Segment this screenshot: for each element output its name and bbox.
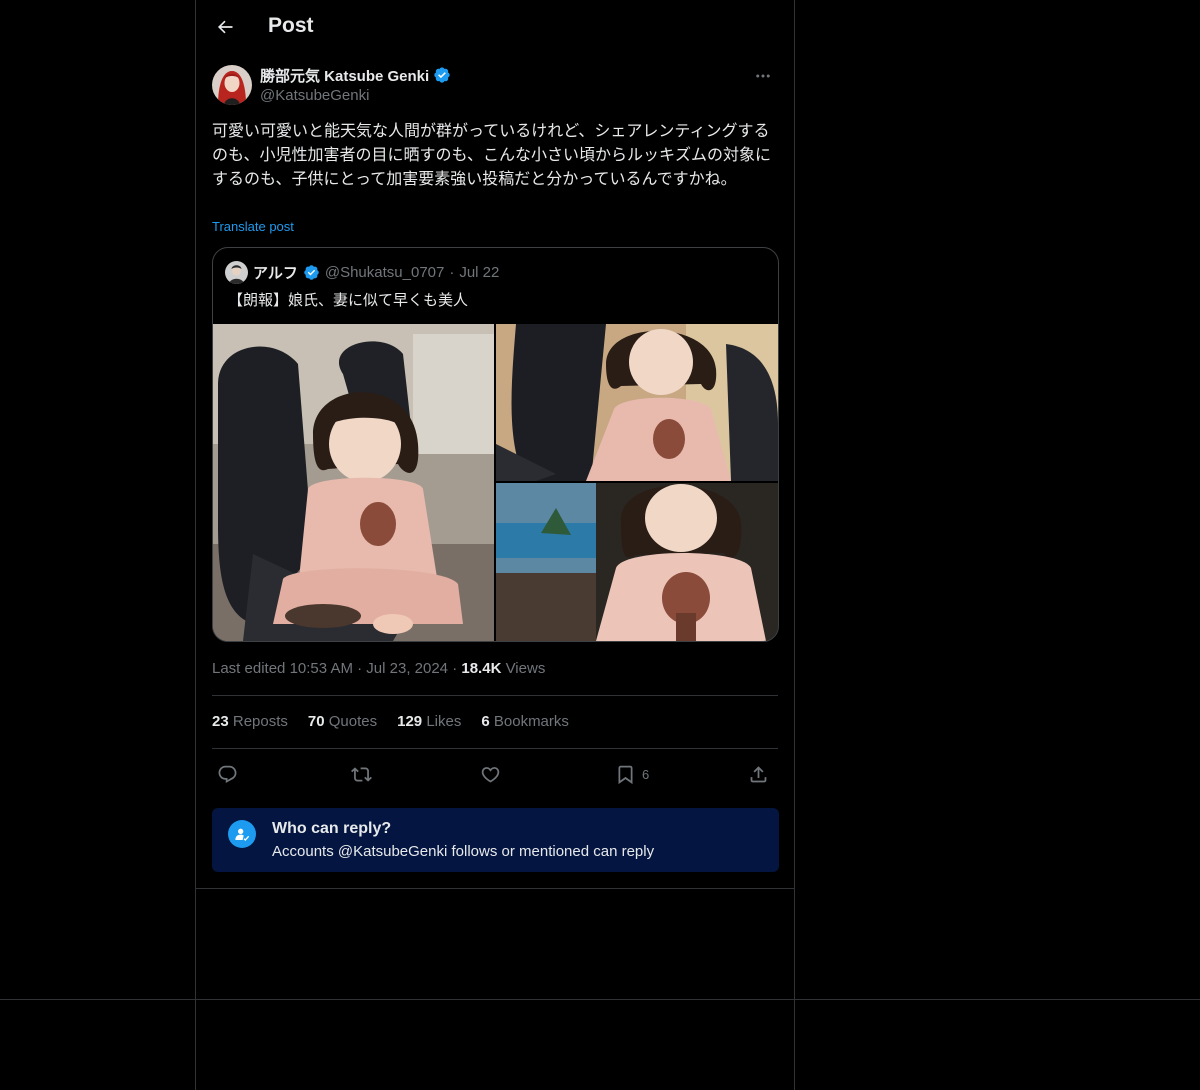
edited-label[interactable]: Last edited <box>212 660 285 677</box>
share-button[interactable] <box>748 762 769 786</box>
who-can-reply-title: Who can reply? <box>272 820 392 837</box>
post-author: 勝部元気 Katsube Genki @KatsubeGenki <box>212 65 778 107</box>
layout-divider <box>0 999 1200 1000</box>
mention-user-icon <box>228 820 256 848</box>
post-header: Post <box>196 0 794 53</box>
engagement-stats: 23 Reposts 70 Quotes 129 Likes 6 Bookmar… <box>212 713 569 730</box>
reply-icon <box>218 765 237 783</box>
post-date[interactable]: Jul 23, 2024 <box>366 660 448 677</box>
verified-badge-icon <box>434 67 450 83</box>
reposts-count: 23 <box>212 713 229 730</box>
reply-button[interactable] <box>217 762 238 786</box>
translate-post-link[interactable]: Translate post <box>212 219 294 234</box>
bookmark-button[interactable]: 6 <box>615 762 649 786</box>
quotes-stat[interactable]: 70 Quotes <box>308 713 377 730</box>
post-column: Post 勝部元気 Katsube Genki @KatsubeGenki 可愛… <box>195 0 795 889</box>
meta-separator: · <box>452 660 458 677</box>
bookmark-count: 6 <box>642 766 650 782</box>
quoted-post[interactable]: アルフ @Shukatsu_0707 · Jul 22 【朗報】娘氏、妻に似て早… <box>212 247 779 642</box>
bookmarks-stat[interactable]: 6 Bookmarks <box>481 713 569 730</box>
reply-suffix: follows or mentioned can reply <box>451 843 655 860</box>
author-handle[interactable]: @KatsubeGenki <box>260 87 369 104</box>
quoted-post-text: 【朗報】娘氏、妻に似て早くも美人 <box>228 292 469 309</box>
quoted-author-handle: @Shukatsu_0707 <box>324 263 445 281</box>
post-actions: 6 <box>212 760 778 788</box>
quoted-author-avatar <box>225 260 248 284</box>
repost-icon <box>351 766 372 782</box>
reposts-label: Reposts <box>232 713 288 730</box>
reply-prefix: Accounts <box>272 843 334 860</box>
author-avatar[interactable] <box>212 65 252 105</box>
media-photo[interactable] <box>213 324 494 641</box>
quoted-author-name: アルフ <box>253 264 298 282</box>
share-icon <box>750 765 767 782</box>
more-icon <box>756 74 770 78</box>
more-options-button[interactable] <box>748 65 778 87</box>
back-arrow-icon <box>217 20 233 34</box>
who-can-reply-description: Accounts @KatsubeGenki follows or mentio… <box>272 843 654 860</box>
post-meta: Last edited 10:53 AM · Jul 23, 2024 · 18… <box>212 660 545 677</box>
like-button[interactable] <box>480 762 501 786</box>
bookmarks-count: 6 <box>481 713 490 730</box>
back-button[interactable] <box>208 10 242 44</box>
views-label: Views <box>505 660 546 677</box>
likes-count: 129 <box>397 713 423 730</box>
quotes-count: 70 <box>307 713 325 730</box>
quoted-post-date: Jul 22 <box>459 263 500 281</box>
likes-label: Likes <box>426 713 462 730</box>
like-icon <box>481 766 500 783</box>
divider <box>212 695 778 696</box>
meta-separator: · <box>357 660 363 677</box>
divider <box>212 748 778 749</box>
likes-stat[interactable]: 129 Likes <box>397 713 461 730</box>
who-can-reply-notice: Who can reply? Accounts @KatsubeGenki fo… <box>212 808 779 872</box>
quotes-label: Quotes <box>328 713 378 730</box>
reposts-stat[interactable]: 23 Reposts <box>212 713 288 730</box>
bookmarks-label: Bookmarks <box>493 713 569 730</box>
bookmark-icon <box>618 765 633 784</box>
reply-mention-link[interactable]: @KatsubeGenki <box>338 843 447 860</box>
views-count: 18.4K <box>461 660 502 677</box>
quoted-post-header: アルフ @Shukatsu_0707 · Jul 22 <box>225 260 500 284</box>
post-time[interactable]: 10:53 AM <box>290 660 353 677</box>
quoted-separator: · <box>449 263 455 281</box>
author-name[interactable]: 勝部元気 Katsube Genki <box>260 65 429 86</box>
page-title: Post <box>268 14 314 37</box>
verified-badge-icon <box>304 264 319 280</box>
quoted-media-grid <box>213 324 778 641</box>
media-photo[interactable] <box>496 483 778 641</box>
repost-button[interactable] <box>351 762 372 786</box>
post-text: 可愛い可愛いと能天気な人間が群がっているけれど、シェアレンティングするのも、小児… <box>212 123 772 188</box>
media-photo[interactable] <box>496 324 778 481</box>
